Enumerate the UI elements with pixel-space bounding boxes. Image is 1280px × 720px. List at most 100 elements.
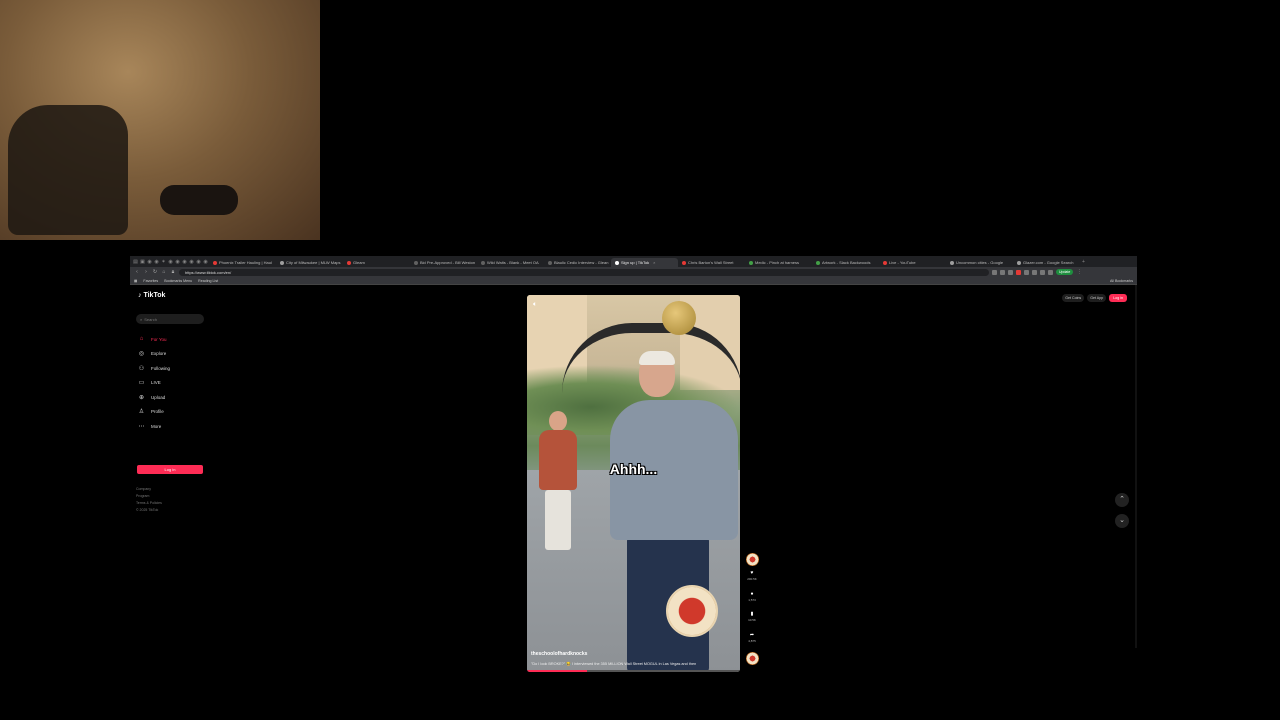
sidebar-item-label: Profile <box>151 409 164 415</box>
close-tab-icon[interactable]: × <box>653 260 655 265</box>
tab-group-icon[interactable]: ▣ <box>139 259 146 265</box>
webcam-feed <box>0 0 320 240</box>
bookmark-reading-list[interactable]: Reading List <box>198 279 218 283</box>
sidebar-toggle-icon[interactable]: ▤ <box>132 259 139 265</box>
browser-tab[interactable]: Uncommon cities - Google <box>946 258 1013 267</box>
footer-link-program[interactable]: Program <box>136 493 162 500</box>
new-tab-icon[interactable]: + <box>1080 259 1087 265</box>
creator-avatar[interactable] <box>745 553 759 566</box>
volume-icon[interactable]: 🔈︎ <box>533 301 537 309</box>
sidebar-item-following[interactable]: ⚇ Following <box>138 361 170 376</box>
extension-icon[interactable] <box>1008 269 1013 275</box>
pinned-tab-icon[interactable]: ◉ <box>195 259 202 265</box>
action-count: 4,875 <box>748 638 756 643</box>
sidebar-item-live[interactable]: ▭ LIVE <box>138 376 170 391</box>
top-right-actions: Get Coins Get App Log in <box>1062 294 1127 302</box>
upload-icon: ⊕ <box>138 394 145 401</box>
browser-tab[interactable]: Glazer.com - Google Search <box>1013 258 1080 267</box>
search-placeholder: Search <box>144 316 157 322</box>
pinned-tab-icon[interactable]: ◉ <box>181 259 188 265</box>
video-progress-bar[interactable] <box>527 670 740 672</box>
scrollbar[interactable] <box>1135 285 1137 648</box>
browser-tab[interactable]: Phoenix Trailer Hauling | Haul <box>209 258 276 267</box>
chevron-down-icon: ⌄ <box>1119 517 1125 524</box>
extension-icon[interactable] <box>1048 269 1053 275</box>
extension-icon[interactable] <box>1032 269 1037 275</box>
browser-tab[interactable]: Artwork - Slack Backwoods <box>812 258 879 267</box>
browser-tab[interactable]: Blaulic Cedic Interview - Glean <box>544 258 611 267</box>
apps-icon[interactable]: ▦ <box>134 279 137 283</box>
search-input[interactable]: ⌕ Search <box>136 314 204 324</box>
browser-tab[interactable]: Bid Pre-Approved - Bill Weston <box>410 258 477 267</box>
browser-tab[interactable]: City of Milwaukee | MLW Maps <box>276 258 343 267</box>
sidebar-item-profile[interactable]: ♙ Profile <box>138 405 170 420</box>
pinned-tab-icon[interactable]: ◉ <box>188 259 195 265</box>
sidebar-item-for-you[interactable]: ⌂ For You <box>138 332 170 347</box>
bookmark-favorites[interactable]: Favorites <box>143 279 158 283</box>
pinned-tab-icon[interactable]: ◉ <box>174 259 181 265</box>
extension-icon[interactable] <box>1016 269 1021 275</box>
footer-link-terms[interactable]: Terms & Policies <box>136 500 162 507</box>
get-coins-button[interactable]: Get Coins <box>1062 294 1085 302</box>
extension-icon[interactable] <box>992 269 997 275</box>
browser-tab[interactable]: Medic - Pinch at harness <box>745 258 812 267</box>
tab-favicon-icon <box>481 260 485 265</box>
browser-tab[interactable]: Gleam <box>343 258 410 267</box>
chevron-up-icon: ⌃ <box>1119 496 1125 503</box>
browser-tab[interactable]: Live - YouTube <box>879 258 946 267</box>
footer-link-company[interactable]: Company <box>136 486 162 493</box>
menu-icon[interactable]: ⋮ <box>1076 269 1082 275</box>
reload-icon[interactable]: ↻ <box>152 269 158 275</box>
forward-icon[interactable]: › <box>143 269 149 275</box>
tiktok-logo-text: TikTok <box>143 292 166 299</box>
sidebar-item-explore[interactable]: ◎ Explore <box>138 347 170 362</box>
action-count: 10.5K <box>748 618 756 622</box>
share-button[interactable]: ➦ 4,875 <box>745 632 759 653</box>
browser-tab[interactable]: Wild Walts - Blank - Meet OA <box>477 258 544 267</box>
tab-label: Blaulic Cedic Interview - Glean <box>554 260 609 265</box>
pinned-tab-icon[interactable]: ✶ <box>160 259 167 265</box>
all-bookmarks[interactable]: All Bookmarks <box>1110 279 1133 283</box>
browser-tab[interactable]: Chris Barton's Wall Street <box>678 258 745 267</box>
home-icon[interactable]: ⌂ <box>161 269 167 275</box>
tab-favicon-icon <box>548 260 552 265</box>
sidebar-item-more[interactable]: ⋯ More <box>138 419 170 434</box>
music-disc-icon[interactable] <box>745 652 759 665</box>
tiktok-page: ♪ TikTok ⌕ Search ⌂ For You ◎ Explore ⚇ Follo… <box>130 285 1137 672</box>
pinned-tab-icon[interactable]: ◉ <box>153 259 160 265</box>
url-input[interactable]: https://www.tiktok.com/en/ <box>179 268 989 276</box>
sidebar-item-label: LIVE <box>151 380 161 386</box>
tab-label: Live - YouTube <box>889 260 916 265</box>
extension-icon[interactable] <box>1024 269 1029 275</box>
browser-tab[interactable]: Sign up | TikTok × <box>611 258 678 267</box>
pinned-tab-icon[interactable]: ◉ <box>167 259 174 265</box>
sidebar-login-button[interactable]: Log in <box>137 465 203 474</box>
header-login-button[interactable]: Log in <box>1109 294 1127 302</box>
search-icon: ⌕ <box>140 316 143 322</box>
pinned-tab-icon[interactable]: ◉ <box>146 259 153 265</box>
tab-favicon-icon <box>749 260 753 265</box>
next-video-button[interactable]: ⌄ <box>1115 514 1129 528</box>
tab-label: Artwork - Slack Backwoods <box>822 260 871 265</box>
extension-icon[interactable] <box>1040 269 1045 275</box>
pinned-tab-icon[interactable]: ◉ <box>202 259 209 265</box>
previous-video-button[interactable]: ⌃ <box>1115 493 1129 507</box>
video-player[interactable]: Ahhh... 🔈︎ theschoolofhardknocks "Do I l… <box>527 295 740 672</box>
comment-button[interactable]: ● 1,573 <box>745 591 759 612</box>
like-button[interactable]: ♥ 200.5K <box>745 570 759 591</box>
profile-icon: ♙ <box>138 409 145 416</box>
extension-icon[interactable] <box>1000 269 1005 275</box>
video-username[interactable]: theschoolofhardknocks <box>531 651 587 657</box>
tab-favicon-icon <box>883 260 887 265</box>
share-icon: ➦ <box>749 631 755 638</box>
bookmark-button[interactable]: ▮ 10.5K <box>745 611 759 632</box>
back-icon[interactable]: ‹ <box>134 269 140 275</box>
comment-icon: ● <box>750 590 754 597</box>
sidebar-item-upload[interactable]: ⊕ Upload <box>138 390 170 405</box>
tiktok-logo[interactable]: ♪ TikTok <box>138 292 165 299</box>
bookmark-menu[interactable]: Bookmarks Menu <box>164 279 192 283</box>
tab-label: Glazer.com - Google Search <box>1023 260 1074 265</box>
update-button[interactable]: Update <box>1056 269 1074 275</box>
get-app-button[interactable]: Get App <box>1087 294 1107 302</box>
tab-label: Chris Barton's Wall Street <box>688 260 734 265</box>
